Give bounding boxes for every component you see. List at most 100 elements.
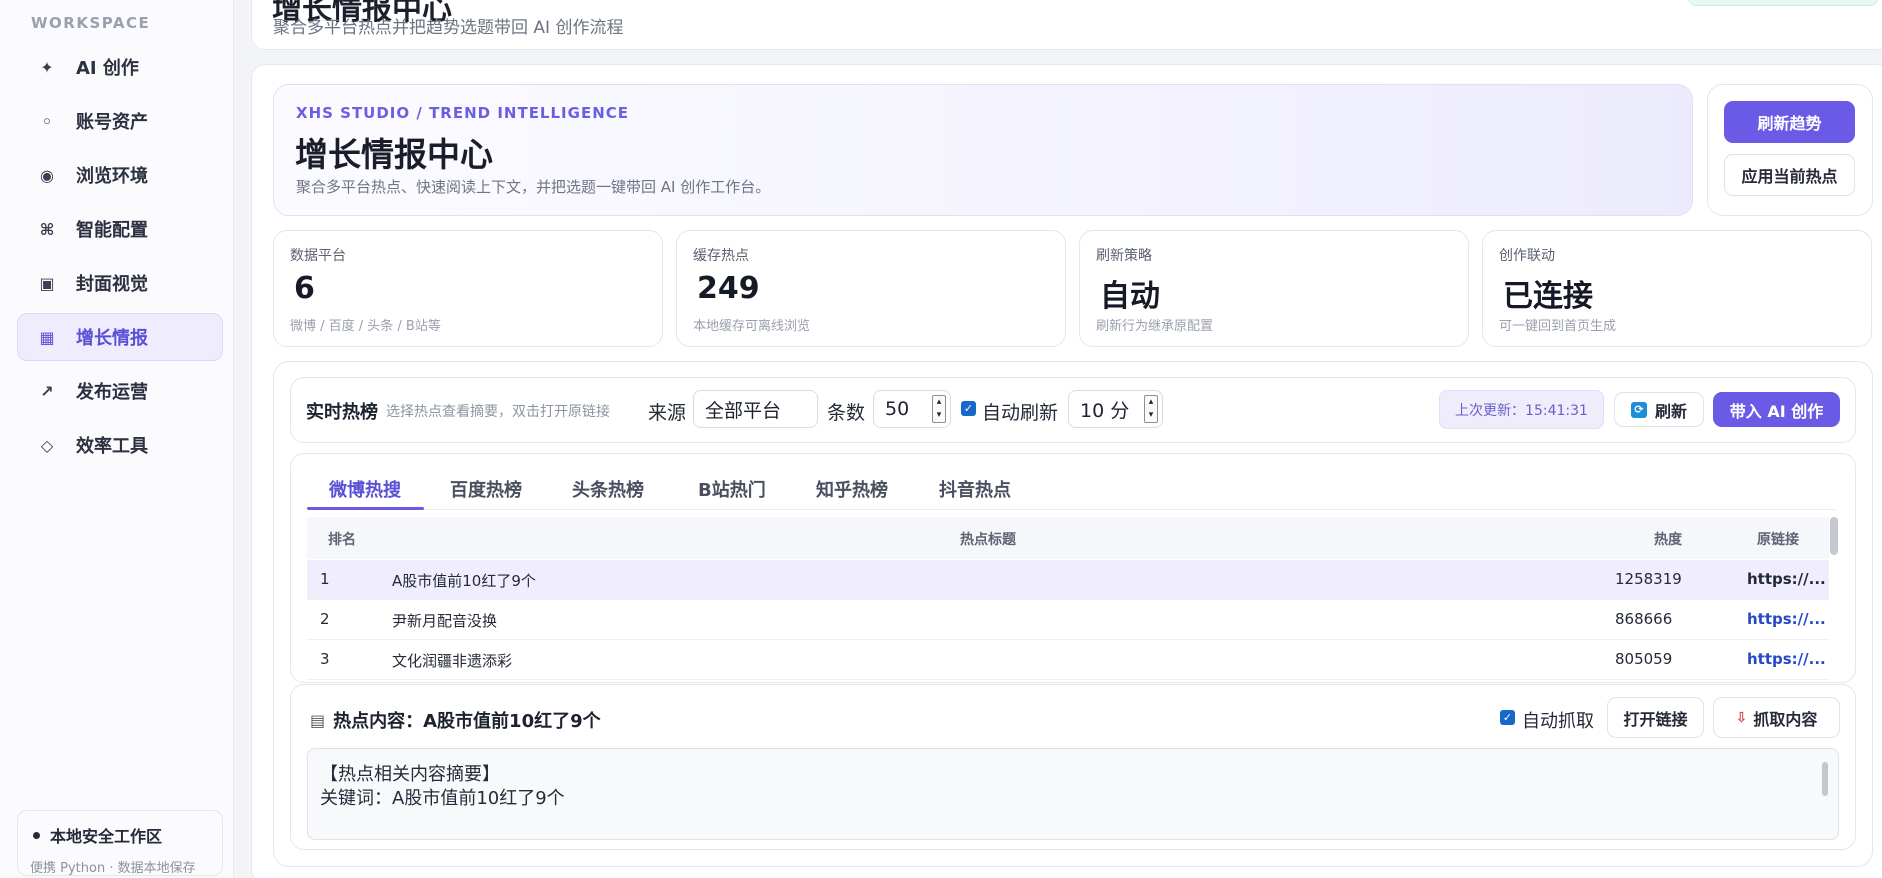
sidebar-nav: ✦ AI 创作 ◦ 账号资产 ◉ 浏览环境 ⌘ 智能配置 ▣ 封面视觉 ▦ 增长… — [17, 43, 223, 475]
status-dot-icon — [33, 831, 40, 839]
row-title: 尹新月配音没换 — [392, 612, 498, 630]
summary-line: 关键词：A股市值前10红了9个 — [320, 788, 565, 809]
safe-workspace-title: 本地安全工作区 — [50, 827, 163, 846]
spin-arrows-icon[interactable]: ▴ ▾ — [932, 395, 946, 423]
auto-fetch-label: 自动抓取 — [1522, 711, 1594, 732]
table-scrollbar[interactable] — [1830, 517, 1838, 555]
last-update-badge: 上次更新：15:41:31 — [1439, 390, 1604, 429]
row-title: A股市值前10红了9个 — [392, 572, 536, 590]
tab-baidu[interactable]: 百度热榜 — [450, 476, 522, 502]
refresh-button-label: 刷新 — [1654, 401, 1687, 421]
count-stepper-value: 50 — [885, 398, 910, 420]
stat-note: 刷新行为继承原配置 — [1096, 319, 1214, 334]
stat-value: 自动 — [1100, 279, 1160, 314]
tab-bilibili[interactable]: B站热门 — [698, 476, 766, 502]
hotspot-content-title: ▤ 热点内容：A股市值前10红了9个 — [310, 707, 601, 733]
hotlist-hint: 选择热点查看摘要，双击打开原链接 — [386, 404, 610, 420]
stat-label: 数据平台 — [290, 248, 346, 264]
sidebar-item-accounts[interactable]: ◦ 账号资产 — [17, 97, 223, 145]
row-rank: 1 — [320, 570, 330, 588]
stat-note: 可一键回到首页生成 — [1499, 319, 1617, 334]
tab-toutiao[interactable]: 头条热榜 — [572, 476, 644, 502]
stat-label: 刷新策略 — [1096, 248, 1152, 264]
hero-subtitle: 聚合多平台热点、快速阅读上下文，并把选题一键带回 AI 创作工作台。 — [296, 178, 771, 196]
column-header-link[interactable]: 原链接 — [1757, 529, 1799, 549]
bring-into-ai-button[interactable]: 带入 AI 创作 — [1713, 392, 1840, 427]
table-row[interactable] — [307, 600, 1829, 640]
active-tab-indicator — [307, 507, 424, 510]
sidebar-item-publish-ops[interactable]: ↗ 发布运营 — [17, 367, 223, 415]
hotspot-summary-textarea[interactable]: 【热点相关内容摘要】 关键词：A股市值前10红了9个 — [307, 748, 1839, 840]
row-rank: 3 — [320, 650, 330, 668]
refresh-trends-button[interactable]: 刷新趋势 — [1724, 101, 1855, 143]
table-row[interactable] — [307, 640, 1829, 680]
spin-arrows-icon[interactable]: ▴ ▾ — [1144, 395, 1158, 423]
stat-card-cached-hotspots: 缓存热点 249 本地缓存可离线浏览 — [676, 230, 1066, 347]
sidebar-item-label: 效率工具 — [76, 436, 148, 457]
column-header-title[interactable]: 热点标题 — [960, 529, 1016, 549]
command-icon: ⌘ — [39, 219, 55, 239]
sidebar-item-ai-create[interactable]: ✦ AI 创作 — [17, 43, 223, 91]
source-select-value: 全部平台 — [705, 399, 782, 422]
sidebar-item-efficiency-tools[interactable]: ◇ 效率工具 — [17, 421, 223, 469]
row-rank: 2 — [320, 610, 330, 628]
tab-weibo[interactable]: 微博热搜 — [329, 476, 401, 502]
stat-value: 已连接 — [1503, 279, 1593, 314]
diamond-icon: ◇ — [40, 435, 54, 455]
row-link[interactable]: https://... — [1747, 650, 1826, 668]
row-heat: 805059 — [1615, 650, 1673, 668]
download-icon: ⇩ — [1735, 709, 1748, 726]
sidebar-item-label: 封面视觉 — [76, 274, 148, 295]
row-heat: 1258319 — [1615, 570, 1682, 588]
row-heat: 868666 — [1615, 610, 1673, 628]
refresh-interval-stepper[interactable]: 10 分 ▴ ▾ — [1068, 390, 1163, 428]
tab-divider — [307, 509, 1837, 510]
auto-fetch-checkbox[interactable]: ✓ — [1500, 710, 1515, 725]
row-title: 文化润疆非遗添彩 — [392, 652, 513, 670]
tab-zhihu[interactable]: 知乎热榜 — [816, 476, 888, 502]
stat-card-creation-link: 创作联动 已连接 可一键回到首页生成 — [1482, 230, 1872, 347]
sidebar-item-browser-env[interactable]: ◉ 浏览环境 — [17, 151, 223, 199]
stat-note: 本地缓存可离线浏览 — [693, 319, 811, 334]
fetch-content-button[interactable]: ⇩ 抓取内容 — [1713, 697, 1840, 738]
safe-workspace-subtitle: 便携 Python · 数据本地保存 — [30, 861, 196, 876]
sidebar-item-label: 智能配置 — [76, 220, 148, 241]
document-icon: ▤ — [310, 710, 326, 730]
count-label: 条数 — [827, 402, 866, 424]
table-header — [307, 517, 1829, 559]
refresh-interval-value: 10 分 — [1080, 399, 1130, 422]
sidebar-item-smart-config[interactable]: ⌘ 智能配置 — [17, 205, 223, 253]
sidebar-item-label: 增长情报 — [76, 328, 148, 349]
hotspot-content-title-text: 热点内容：A股市值前10红了9个 — [333, 711, 601, 732]
column-header-heat[interactable]: 热度 — [1654, 529, 1682, 549]
sidebar-item-label: 浏览环境 — [76, 166, 148, 187]
auto-refresh-label: 自动刷新 — [982, 402, 1059, 424]
row-link[interactable]: https://... — [1747, 570, 1826, 588]
source-select[interactable]: 全部平台 — [693, 390, 818, 428]
hero-title: 增长情报中心 — [295, 135, 493, 174]
sidebar-item-cover-visual[interactable]: ▣ 封面视觉 — [17, 259, 223, 307]
small-dot-icon: ◦ — [41, 111, 53, 131]
row-link[interactable]: https://... — [1747, 610, 1826, 628]
apply-current-hotspot-button[interactable]: 应用当前热点 — [1724, 154, 1855, 196]
workspace-label: WORKSPACE — [31, 14, 151, 32]
open-link-button[interactable]: 打开链接 — [1607, 697, 1704, 738]
globe-icon: ◉ — [40, 165, 54, 185]
auto-refresh-checkbox[interactable]: ✓ — [961, 401, 976, 416]
arrow-up-right-icon: ↗ — [40, 381, 54, 401]
tab-douyin[interactable]: 抖音热点 — [939, 476, 1011, 502]
sidebar-item-growth-intel[interactable]: ▦ 增长情报 — [17, 313, 223, 361]
stat-value: 6 — [294, 271, 315, 306]
refresh-button[interactable]: ⟳ 刷新 — [1614, 392, 1704, 427]
summary-scrollbar[interactable] — [1822, 762, 1828, 796]
count-stepper[interactable]: 50 ▴ ▾ — [873, 390, 951, 428]
sidebar-item-label: 账号资产 — [76, 112, 148, 133]
status-badge — [1688, 0, 1878, 6]
sparkle-icon: ✦ — [40, 57, 54, 77]
grid-icon: ▦ — [39, 327, 55, 347]
column-header-rank[interactable]: 排名 — [328, 529, 356, 549]
hotlist-title: 实时热榜 — [306, 402, 378, 423]
stat-value: 249 — [697, 271, 760, 306]
source-label: 来源 — [648, 402, 687, 424]
stat-label: 缓存热点 — [693, 248, 749, 264]
